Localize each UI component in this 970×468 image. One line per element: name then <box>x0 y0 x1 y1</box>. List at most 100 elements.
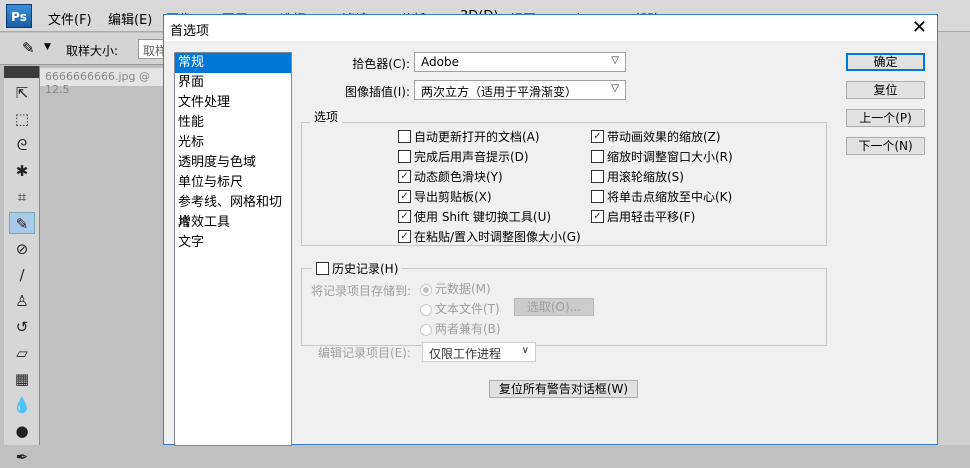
interpolation-select[interactable]: 两次立方（适用于平滑渐变） ▽ <box>414 80 626 100</box>
category-list: 常规 界面 文件处理 性能 光标 透明度与色域 单位与标尺 参考线、网格和切片 … <box>174 52 292 446</box>
option-label: 完成后用声音提示(D) <box>414 150 529 164</box>
interpolation-label: 图像插值(I): <box>345 85 410 99</box>
option-checkbox[interactable]: 将单击点缩放至中心(K) <box>591 188 732 205</box>
category-type[interactable]: 文字 <box>175 233 291 253</box>
save-to-label: 将记录项目存储到: <box>311 284 412 298</box>
radio-label: 两者兼有(B) <box>435 322 501 336</box>
option-label: 使用 Shift 键切换工具(U) <box>414 210 552 224</box>
option-checkbox[interactable]: ✓ 导出剪贴板(X) <box>398 188 492 205</box>
menu-file[interactable]: 文件(F) <box>48 9 92 28</box>
checkbox-box <box>591 190 604 203</box>
menu-edit[interactable]: 编辑(E) <box>108 9 152 28</box>
radio-text-file[interactable]: 文本文件(T) <box>420 300 500 317</box>
option-label: 自动更新打开的文档(A) <box>414 130 540 144</box>
option-checkbox[interactable]: 用滚轮缩放(S) <box>591 168 684 185</box>
option-checkbox[interactable]: ✓ 在粘贴/置入时调整图像大小(G) <box>398 228 581 245</box>
ok-button[interactable]: 确定 <box>846 53 925 71</box>
checkbox-box <box>398 130 411 143</box>
radio-both[interactable]: 两者兼有(B) <box>420 320 501 337</box>
category-general[interactable]: 常规 <box>175 53 291 73</box>
photoshop-logo: Ps <box>6 4 32 28</box>
checkbox-box <box>591 170 604 183</box>
edit-log-label: 编辑记录项目(E): <box>318 346 411 360</box>
option-checkbox[interactable]: 完成后用声音提示(D) <box>398 148 529 165</box>
edit-log-select[interactable]: 仅限工作进程 ∨ <box>422 342 536 362</box>
lasso-tool-icon[interactable]: ᘓ <box>9 134 35 156</box>
crop-tool-icon[interactable]: ⌗ <box>9 186 35 208</box>
color-picker-select[interactable]: Adobe ▽ <box>414 52 626 72</box>
radio-label: 文本文件(T) <box>435 302 500 316</box>
checkmark-icon: ✓ <box>591 130 604 143</box>
category-file-handling[interactable]: 文件处理 <box>175 93 291 113</box>
option-checkbox[interactable]: 缩放时调整窗口大小(R) <box>591 148 733 165</box>
option-checkbox[interactable]: ✓ 带动画效果的缩放(Z) <box>591 128 721 145</box>
document-tab[interactable]: 6666666666.jpg @ 12.5 <box>40 68 170 96</box>
radio-icon <box>420 283 432 296</box>
checkbox-box <box>591 150 604 163</box>
move-tool-icon[interactable]: ⇱ <box>9 82 35 104</box>
dialog-titlebar[interactable]: 首选项 ✕ <box>164 15 937 41</box>
option-label: 将单击点缩放至中心(K) <box>607 190 733 204</box>
category-interface[interactable]: 界面 <box>175 73 291 93</box>
choose-button[interactable]: 选取(O)... <box>514 298 594 316</box>
toolbox-header[interactable] <box>4 66 39 78</box>
eyedropper-icon[interactable]: ✎ <box>22 39 35 57</box>
checkbox-box <box>316 262 329 275</box>
chevron-down-icon: ▽ <box>611 83 619 94</box>
category-performance[interactable]: 性能 <box>175 113 291 133</box>
eraser-tool-icon[interactable]: ▱ <box>9 342 35 364</box>
eyedropper-tool-icon[interactable]: ✎ <box>9 212 35 234</box>
option-checkbox[interactable]: ✓ 使用 Shift 键切换工具(U) <box>398 208 551 225</box>
reset-warnings-button[interactable]: 复位所有警告对话框(W) <box>489 380 638 398</box>
category-plugins[interactable]: 增效工具 <box>175 213 291 233</box>
stamp-tool-icon[interactable]: ♙ <box>9 290 35 312</box>
category-units[interactable]: 单位与标尺 <box>175 173 291 193</box>
checkmark-icon: ✓ <box>398 230 411 243</box>
preferences-dialog: 首选项 ✕ 常规 界面 文件处理 性能 光标 透明度与色域 单位与标尺 参考线、… <box>163 14 938 446</box>
dialog-title: 首选项 <box>170 24 210 39</box>
healing-brush-icon[interactable]: ⊘ <box>9 238 35 260</box>
checkmark-icon: ✓ <box>398 170 411 183</box>
blur-tool-icon[interactable]: 💧 <box>9 394 35 416</box>
chevron-down-icon[interactable]: ▼ <box>44 42 51 52</box>
checkmark-icon: ✓ <box>591 210 604 223</box>
color-picker-value: Adobe <box>421 55 459 69</box>
edit-log-value: 仅限工作进程 <box>429 347 502 361</box>
color-picker-label: 拾色器(C): <box>352 57 410 71</box>
category-guides[interactable]: 参考线、网格和切片 <box>175 193 291 230</box>
next-button[interactable]: 下一个(N) <box>846 137 925 155</box>
history-brush-icon[interactable]: ↺ <box>9 316 35 338</box>
dodge-tool-icon[interactable]: ● <box>9 420 35 442</box>
option-label: 用滚轮缩放(S) <box>607 170 684 184</box>
magic-wand-icon[interactable]: ✱ <box>9 160 35 182</box>
sample-size-label: 取样大小: <box>66 44 119 58</box>
marquee-tool-icon[interactable]: ⬚ <box>9 108 35 130</box>
option-label: 动态颜色滑块(Y) <box>414 170 503 184</box>
right-panel <box>938 32 970 445</box>
option-checkbox[interactable]: ✓ 启用轻击平移(F) <box>591 208 695 225</box>
reset-button[interactable]: 复位 <box>846 81 925 99</box>
brush-tool-icon[interactable]: ∕ <box>9 264 35 286</box>
pen-tool-icon[interactable]: ✒ <box>9 446 35 468</box>
category-cursors[interactable]: 光标 <box>175 133 291 153</box>
history-label: 历史记录(H) <box>332 262 399 276</box>
radio-icon <box>420 303 432 316</box>
option-label: 导出剪贴板(X) <box>414 190 492 204</box>
radio-icon <box>420 323 432 336</box>
options-title: 选项 <box>310 108 343 125</box>
option-checkbox[interactable]: 自动更新打开的文档(A) <box>398 128 540 145</box>
history-checkbox[interactable]: 历史记录(H) <box>312 260 403 277</box>
prev-button[interactable]: 上一个(P) <box>846 109 925 127</box>
option-label: 在粘贴/置入时调整图像大小(G) <box>414 230 581 244</box>
interpolation-value: 两次立方（适用于平滑渐变） <box>421 85 578 99</box>
category-transparency[interactable]: 透明度与色域 <box>175 153 291 173</box>
option-label: 带动画效果的缩放(Z) <box>607 130 721 144</box>
radio-label: 元数据(M) <box>435 282 491 296</box>
radio-metadata[interactable]: 元数据(M) <box>420 280 491 297</box>
option-label: 启用轻击平移(F) <box>607 210 696 224</box>
chevron-down-icon: ∨ <box>521 345 529 356</box>
close-icon[interactable]: ✕ <box>912 17 927 38</box>
option-checkbox[interactable]: ✓ 动态颜色滑块(Y) <box>398 168 503 185</box>
gradient-tool-icon[interactable]: ▦ <box>9 368 35 390</box>
option-label: 缩放时调整窗口大小(R) <box>607 150 733 164</box>
